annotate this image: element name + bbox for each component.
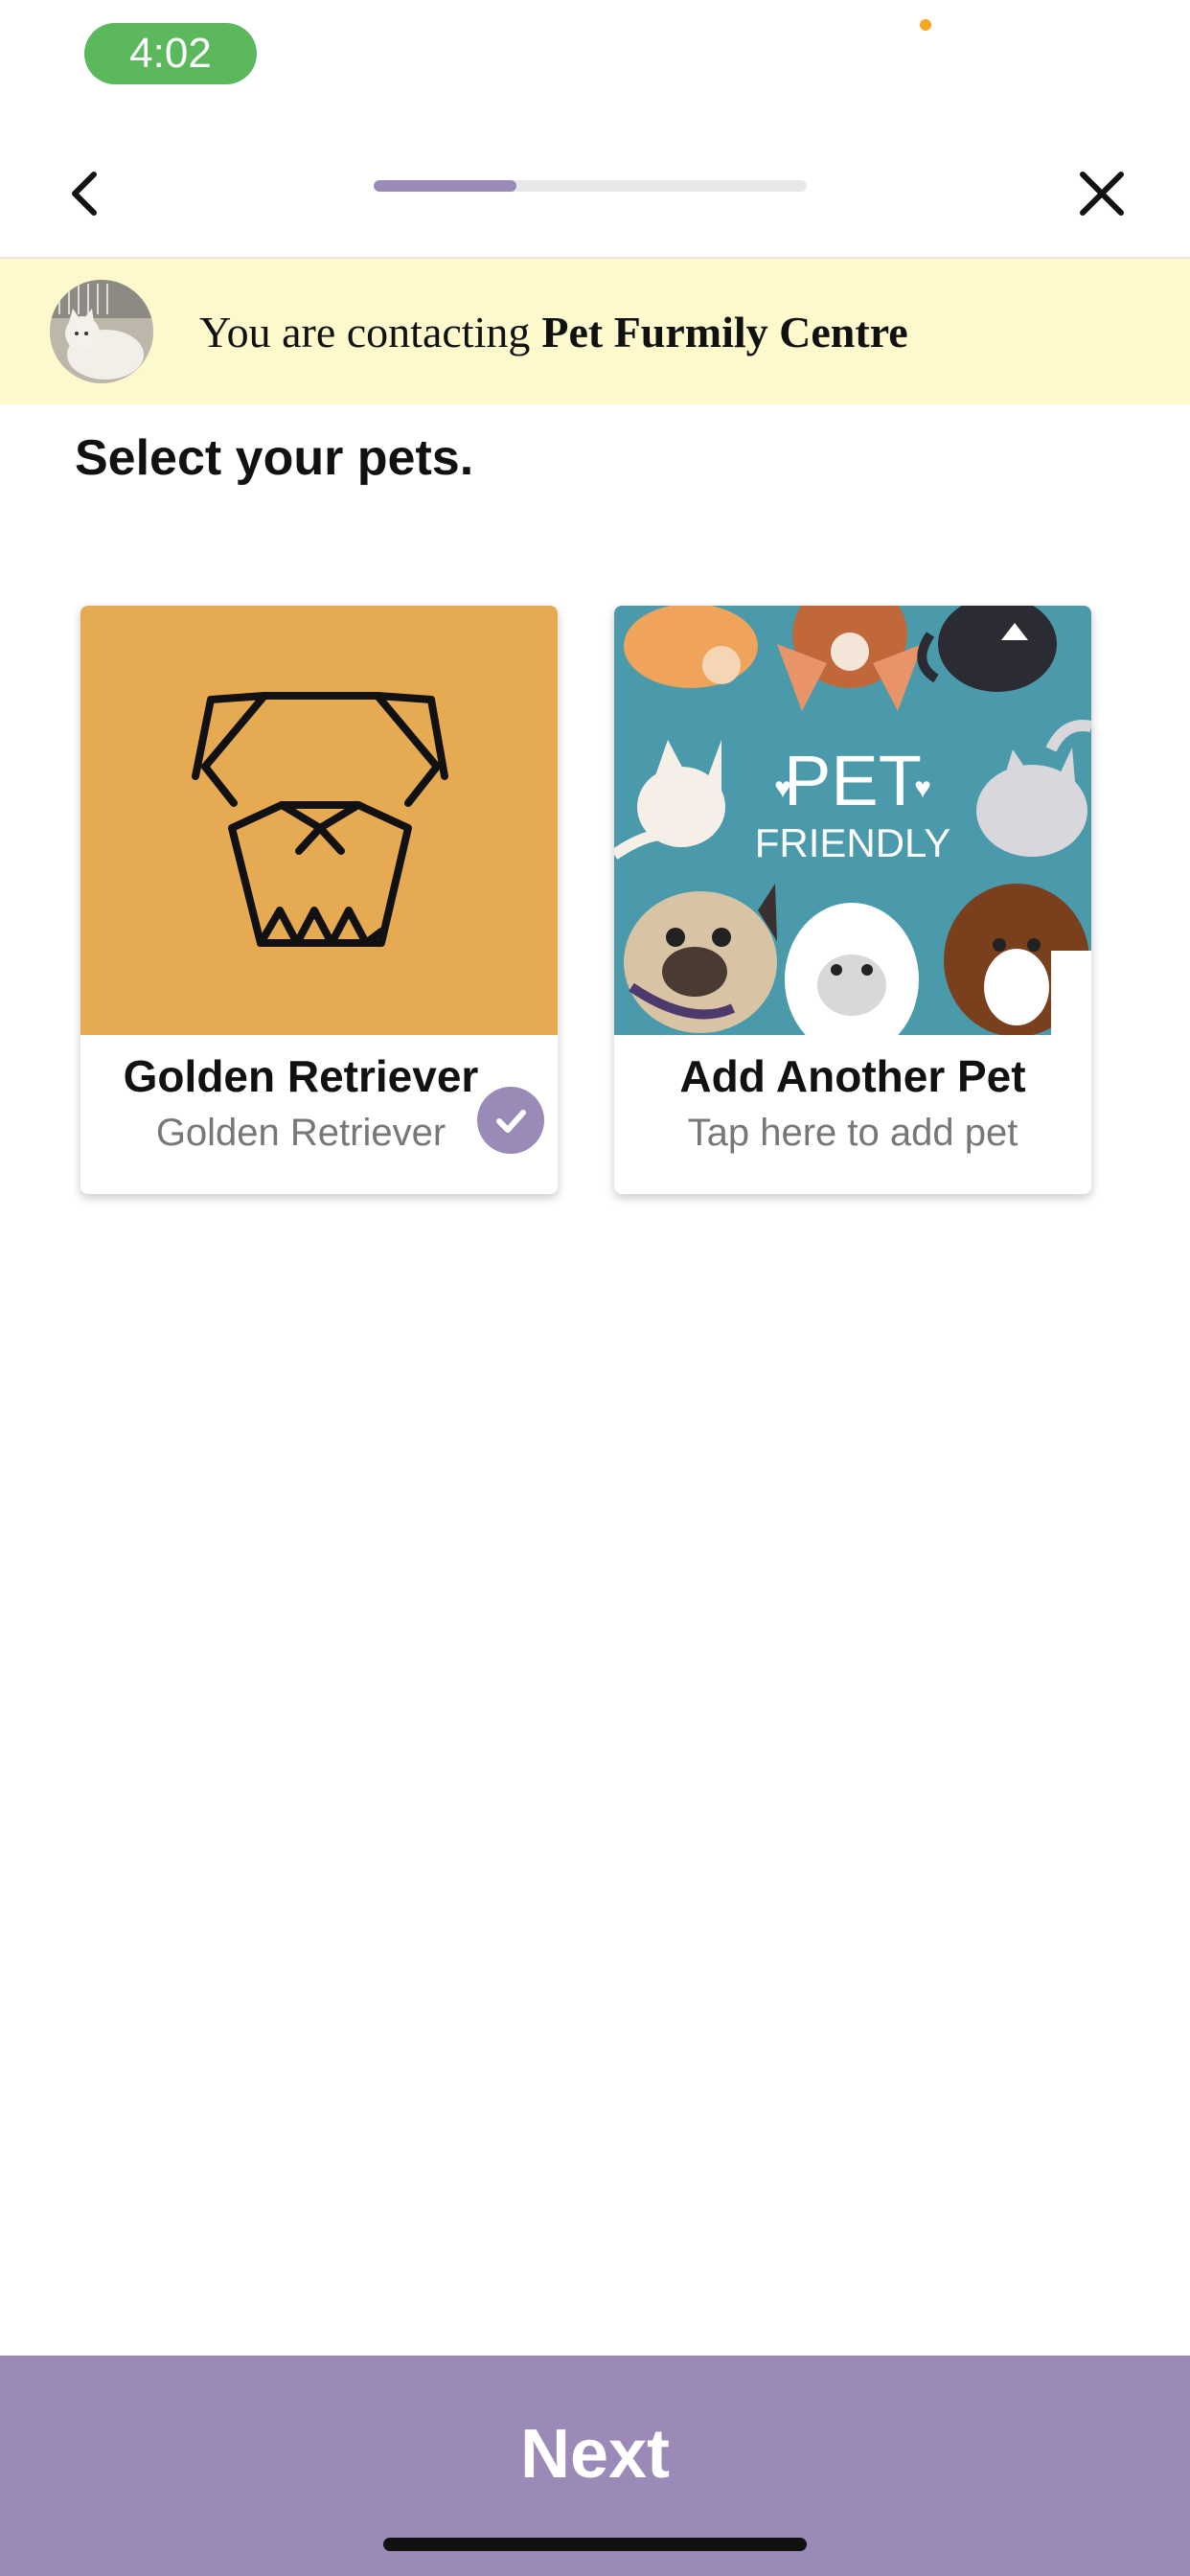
back-button[interactable] bbox=[57, 165, 115, 222]
contact-banner: You are contacting Pet Furmily Centre bbox=[0, 259, 1190, 404]
dog-icon-tile bbox=[80, 606, 558, 1035]
chevron-left-icon bbox=[72, 172, 97, 216]
banner-prefix: You are contacting bbox=[199, 307, 531, 356]
close-icon bbox=[1080, 172, 1124, 216]
recording-indicator-dot bbox=[920, 19, 931, 31]
page-title: Select your pets. bbox=[75, 430, 474, 486]
status-time: 4:02 bbox=[84, 23, 257, 84]
top-navigation bbox=[0, 134, 1190, 259]
add-pet-title: Add Another Pet bbox=[679, 1051, 1026, 1101]
progress-bar-fill bbox=[374, 180, 517, 192]
pet-friendly-illustration: PET FRIENDLY ♥ ♥ bbox=[614, 606, 1091, 1056]
svg-text:♥: ♥ bbox=[774, 772, 791, 804]
pet-friendly-line1: PET bbox=[784, 741, 922, 820]
pet-breed: Golden Retriever bbox=[155, 1112, 446, 1154]
add-pet-subtitle: Tap here to add pet bbox=[687, 1112, 1018, 1154]
dog-face-icon bbox=[80, 606, 558, 1035]
next-button[interactable]: Next bbox=[0, 2356, 1190, 2576]
contact-banner-text: You are contacting Pet Furmily Centre bbox=[199, 259, 908, 404]
progress-bar bbox=[374, 180, 807, 192]
business-avatar bbox=[50, 280, 153, 383]
pet-friendly-line2: FRIENDLY bbox=[755, 820, 951, 865]
selected-check-icon bbox=[477, 1087, 544, 1154]
business-name: Pet Furmily Centre bbox=[541, 307, 908, 356]
pet-name: Golden Retriever bbox=[123, 1051, 479, 1101]
close-button[interactable] bbox=[1073, 165, 1131, 222]
svg-text:♥: ♥ bbox=[914, 772, 931, 804]
pet-card-golden-retriever[interactable]: Golden Retriever Golden Retriever bbox=[80, 606, 558, 1194]
home-indicator bbox=[383, 2538, 807, 2551]
next-button-label: Next bbox=[519, 2416, 671, 2493]
status-bar: 4:02 bbox=[0, 0, 1190, 115]
add-pet-card[interactable]: PET FRIENDLY ♥ ♥ Add Another Pet Tap her… bbox=[614, 606, 1091, 1194]
cat-photo-icon bbox=[50, 280, 153, 383]
